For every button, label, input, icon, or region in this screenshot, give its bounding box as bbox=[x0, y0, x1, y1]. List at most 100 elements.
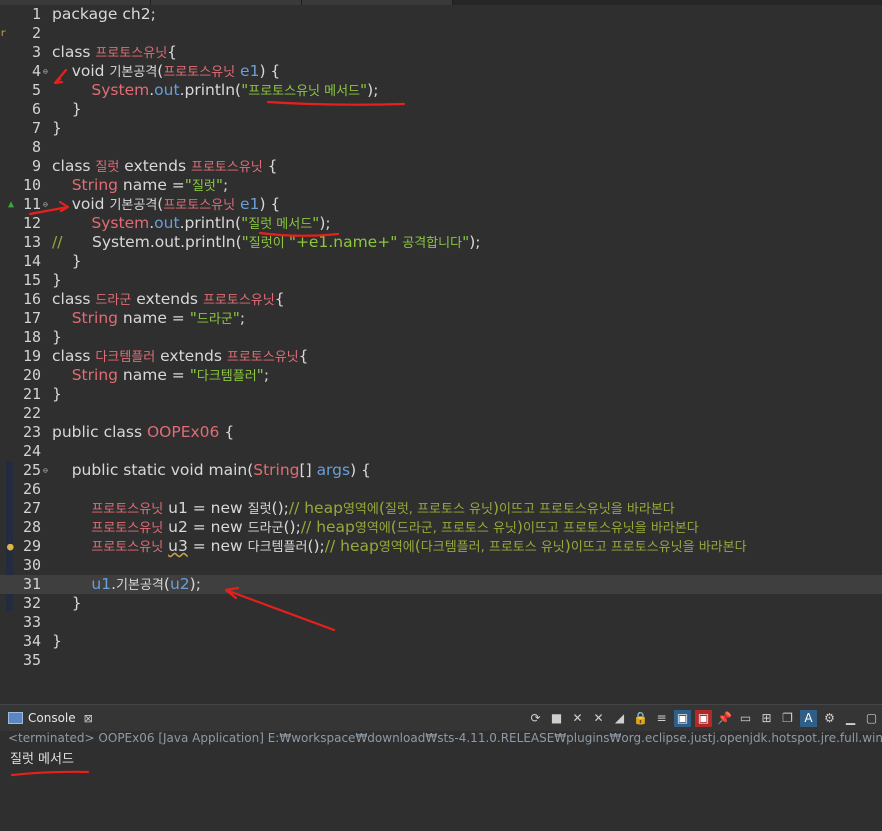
code-text: 프로토스유닛 u1 = new 질럿();// heap영역에(질럿, 프로토스… bbox=[52, 499, 674, 519]
console-tab[interactable]: Console ⊠ bbox=[8, 708, 93, 728]
minimize-icon[interactable]: ▁ bbox=[842, 710, 859, 727]
code-token: .println( bbox=[179, 81, 242, 99]
code-token: ; bbox=[223, 176, 229, 194]
code-line[interactable]: 25 ⊖ public static void main(String[] arg… bbox=[0, 461, 882, 480]
pin-console-icon[interactable]: 📌 bbox=[716, 710, 733, 727]
code-token: } bbox=[52, 594, 82, 612]
word-wrap-icon[interactable]: ≡ bbox=[653, 710, 670, 727]
code-editor[interactable]: r 1 package ch2; 2 3 class 프로토스유닛{4 ⊖ void 기본… bbox=[0, 0, 882, 704]
code-line[interactable]: 3 class 프로토스유닛{ bbox=[0, 43, 882, 62]
code-token: class bbox=[52, 290, 96, 308]
open-console-icon[interactable]: ⊞ bbox=[758, 710, 775, 727]
code-line[interactable]: 5 System.out.println("프로토스유닛 메서드"); bbox=[0, 81, 882, 100]
show-on-stderr-icon[interactable]: ▣ bbox=[695, 709, 712, 727]
code-line[interactable]: 7} bbox=[0, 119, 882, 138]
console-header: Console ⊠ ⟳ ■ ✕ ✕ ◢ 🔒 ≡ ▣ ▣ 📌 ▭ ⊞ ❐ A ⚙ … bbox=[0, 704, 882, 731]
code-token: 기본공격 bbox=[109, 65, 158, 80]
code-token: { bbox=[274, 290, 285, 308]
code-line[interactable]: 35 bbox=[0, 651, 882, 670]
code-token: 기본공격 bbox=[109, 198, 158, 213]
code-line[interactable]: 14 } bbox=[0, 252, 882, 271]
fold-toggle-icon[interactable]: ⊖ bbox=[43, 62, 48, 81]
code-text: u1.기본공격(u2); bbox=[52, 575, 201, 595]
code-line[interactable]: 13 // System.out.println("질럿이 "+e1.name+"… bbox=[0, 233, 882, 252]
maximize-icon[interactable]: ▢ bbox=[863, 710, 880, 727]
code-token: String bbox=[71, 176, 118, 194]
code-token: [] bbox=[299, 461, 317, 479]
code-text: class 다크템플러 extends 프로토스유닛{ bbox=[52, 347, 309, 367]
refresh-icon[interactable]: ⟳ bbox=[527, 710, 544, 727]
code-token: " bbox=[232, 309, 240, 327]
code-line[interactable]: 1 package ch2; bbox=[0, 5, 882, 24]
code-line[interactable]: 21} bbox=[0, 385, 882, 404]
stop-icon[interactable]: ■ bbox=[548, 710, 565, 727]
code-line[interactable]: 27 프로토스유닛 u1 = new 질럿();// heap영역에(질럿, 프… bbox=[0, 499, 882, 518]
settings-icon[interactable]: ⚙ bbox=[821, 710, 838, 727]
code-token: u3 bbox=[168, 537, 188, 555]
code-token: (); bbox=[283, 518, 301, 536]
line-number: 2 bbox=[31, 24, 41, 42]
display-console-icon[interactable]: ▭ bbox=[737, 710, 754, 727]
code-line[interactable]: 2 bbox=[0, 24, 882, 43]
code-token: // heap bbox=[324, 537, 379, 555]
code-line[interactable]: 29 ● 프로토스유닛 u3 = new 다크템플러();// heap영역에(다… bbox=[0, 537, 882, 556]
code-token: extends bbox=[155, 347, 227, 365]
code-token: String bbox=[253, 461, 300, 479]
code-token: 프로토스유닛 bbox=[190, 160, 263, 175]
console-tab-label: Console bbox=[28, 711, 76, 725]
code-line[interactable]: 30 bbox=[0, 556, 882, 575]
code-line[interactable]: 4 ⊖ void 기본공격(프로토스유닛 e1) { bbox=[0, 62, 882, 81]
clear-console-icon[interactable]: ◢ bbox=[611, 710, 628, 727]
line-number: 9 bbox=[31, 157, 41, 175]
code-line[interactable]: 26 bbox=[0, 480, 882, 499]
code-line[interactable]: 22 bbox=[0, 404, 882, 423]
code-line[interactable]: 19 class 다크템플러 extends 프로토스유닛{ bbox=[0, 347, 882, 366]
code-token: e1 bbox=[240, 62, 260, 80]
code-line[interactable]: 6 } bbox=[0, 100, 882, 119]
code-line[interactable]: 18} bbox=[0, 328, 882, 347]
code-line[interactable]: 8 bbox=[0, 138, 882, 157]
fold-toggle-icon[interactable]: ⊖ bbox=[43, 195, 48, 214]
code-line[interactable]: 33 bbox=[0, 613, 882, 632]
code-line[interactable]: 34} bbox=[0, 632, 882, 651]
console-output-text[interactable]: 질럿 메서드 bbox=[10, 748, 74, 767]
code-token: 프로토스유닛 bbox=[163, 65, 236, 80]
lightbulb-warning-icon[interactable]: ● bbox=[7, 537, 14, 556]
code-text: } bbox=[52, 385, 62, 404]
code-line[interactable]: 31 u1.기본공격(u2); bbox=[0, 575, 882, 594]
code-line[interactable]: 32 } bbox=[0, 594, 882, 613]
code-token: } bbox=[52, 252, 82, 270]
select-all-icon[interactable]: A bbox=[800, 709, 817, 727]
line-number: 22 bbox=[22, 404, 41, 422]
close-icon[interactable]: ⊠ bbox=[84, 712, 93, 725]
code-line[interactable]: 12 System.out.println("질럿 메서드"); bbox=[0, 214, 882, 233]
code-line[interactable]: 24 bbox=[0, 442, 882, 461]
code-line[interactable]: 16 class 드라군 extends 프로토스유닛{ bbox=[0, 290, 882, 309]
code-line[interactable]: 23 public class OOPEx06 { bbox=[0, 423, 882, 442]
remove-launch-icon[interactable]: ✕ bbox=[569, 710, 586, 727]
code-text: } bbox=[52, 632, 62, 651]
code-line[interactable]: 17 String name = "드라군"; bbox=[0, 309, 882, 328]
line-number: 19 bbox=[22, 347, 41, 365]
line-number: 29 bbox=[22, 537, 41, 555]
line-number: 34 bbox=[22, 632, 41, 650]
scroll-lock-icon[interactable]: 🔒 bbox=[632, 710, 649, 727]
code-text: } bbox=[52, 271, 62, 290]
code-token: { bbox=[262, 157, 278, 175]
code-token: name = bbox=[117, 176, 185, 194]
code-line[interactable]: 9 class 질럿 extends 프로토스유닛 { bbox=[0, 157, 882, 176]
fold-toggle-icon[interactable]: ⊖ bbox=[43, 461, 48, 480]
code-line[interactable]: 15} bbox=[0, 271, 882, 290]
code-line[interactable]: 28 프로토스유닛 u2 = new 드라군();// heap영역에(드라군,… bbox=[0, 518, 882, 537]
code-line[interactable]: 11 ⊖ ▲ void 기본공격(프로토스유닛 e1) { bbox=[0, 195, 882, 214]
copy-icon[interactable]: ❐ bbox=[779, 710, 796, 727]
line-number: 7 bbox=[31, 119, 41, 137]
code-token: String bbox=[71, 309, 118, 327]
remove-all-launches-icon[interactable]: ✕ bbox=[590, 710, 607, 727]
show-on-stdout-icon[interactable]: ▣ bbox=[674, 709, 691, 727]
code-line[interactable]: 20 String name = "다크템플러"; bbox=[0, 366, 882, 385]
code-line[interactable]: 10 String name ="질럿"; bbox=[0, 176, 882, 195]
